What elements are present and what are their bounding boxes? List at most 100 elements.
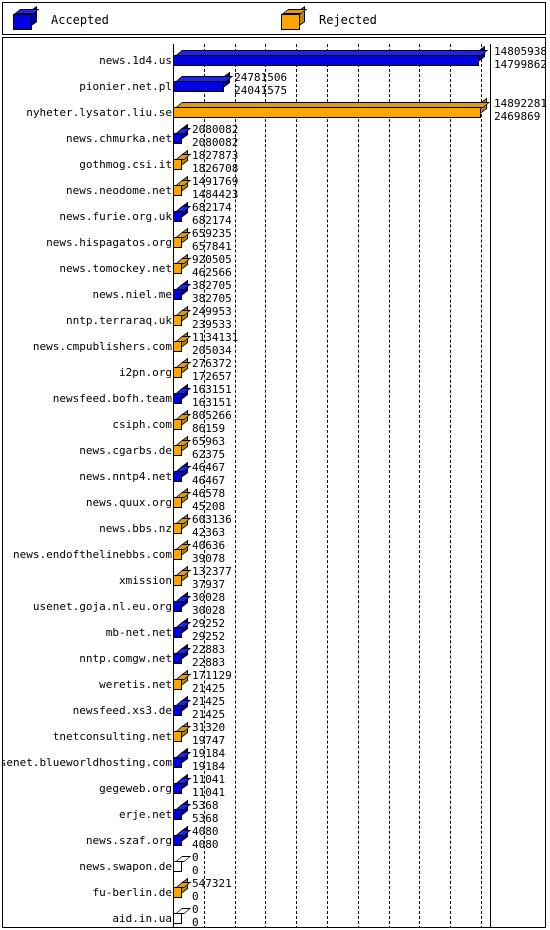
bar-accepted (173, 461, 192, 482)
value-label-top: 46467 (192, 461, 226, 474)
chart-row: weretis.net 171129 21425 (3, 669, 545, 697)
chart-row: newsfeed.bofh.team 163151 163151 (3, 383, 545, 411)
value-label-top: 682174 (192, 201, 232, 214)
category-label: fu-berlin.de (92, 886, 172, 899)
bar-accepted (173, 695, 192, 716)
bar-zero (173, 908, 192, 924)
chart-row: news.chmurka.net 2080082 2080082 (3, 123, 545, 151)
bar-top-face (175, 648, 192, 654)
value-label-top: 29252 (192, 617, 226, 630)
bar-group: 40636 39078 (173, 539, 492, 567)
chart-row: news.endofthelinebbs.com 40636 39078 (3, 539, 545, 567)
bar-rejected (173, 409, 192, 430)
plot-region: news.1d4.us148059384147998623pionier.net… (2, 38, 545, 927)
bar-top-face (175, 752, 192, 758)
bar-top-face (175, 362, 192, 368)
value-label-bottom: 19747 (192, 734, 226, 747)
legend-label-rejected: Rejected (319, 12, 377, 27)
value-label-top: 40636 (192, 539, 226, 552)
bar-top-face (175, 700, 192, 706)
value-label-top: 4080 (192, 825, 219, 838)
bar-group: 30028 30028 (173, 591, 492, 619)
cube-icon (13, 5, 40, 30)
bar-top-face (175, 50, 489, 56)
bar-group: 659235 657841 (173, 227, 492, 255)
bar-rejected (173, 305, 192, 326)
category-label: weretis.net (99, 678, 172, 691)
value-label-top: 19184 (192, 747, 226, 760)
chart-row: nntp.terraraq.uk 249953 239533 (3, 305, 545, 333)
chart-row: i2pn.org 276372 172657 (3, 357, 545, 385)
value-label-top: 1134131 (192, 331, 239, 344)
category-label: erje.net (119, 808, 172, 821)
value-label-top: 276372 (192, 357, 232, 370)
legend-item-rejected: Rejected (281, 3, 377, 36)
bar-group: 24781506 24041575 (173, 71, 492, 99)
bar-group: 4080 4080 (173, 825, 492, 853)
value-label-bottom: 62375 (192, 448, 226, 461)
category-label: usenet.blueworldhosting.com (2, 756, 172, 769)
value-label-bottom: 239533 (192, 318, 232, 331)
bar-top-face (175, 492, 192, 498)
chart-row: csiph.com 805266 86159 (3, 409, 545, 437)
value-label-top: 2080082 (192, 123, 239, 136)
bar-group: 65963 62375 (173, 435, 492, 463)
category-label: nyheter.lysator.liu.se (26, 106, 172, 119)
value-label-bottom: 4080 (192, 838, 219, 851)
category-label: news.neodome.net (66, 184, 172, 197)
cube-front-face (281, 13, 300, 30)
bar-accepted (173, 279, 192, 300)
chart-row: newsfeed.xs3.de 21425 21425 (3, 695, 545, 723)
chart-row: nntp.comgw.net 22883 22883 (3, 643, 545, 671)
bar-rejected (173, 669, 192, 690)
bar-accepted (173, 201, 192, 222)
value-label-top: 920505 (192, 253, 232, 266)
value-label-top: 163151 (192, 383, 232, 396)
bar-top-face (175, 284, 192, 290)
value-label-bottom: 5368 (192, 812, 219, 825)
chart-row: usenet.goja.nl.eu.org 30028 30028 (3, 591, 545, 619)
category-label: nntp.comgw.net (79, 652, 172, 665)
value-label-top: 603136 (192, 513, 232, 526)
bar-rejected (173, 877, 192, 898)
value-label-bottom: 39078 (192, 552, 226, 565)
bar-group: 163151 163151 (173, 383, 492, 411)
bar-rejected (173, 227, 192, 248)
category-label: news.cmpublishers.com (32, 340, 172, 353)
value-label-top: 171129 (192, 669, 232, 682)
value-label-top: 659235 (192, 227, 232, 240)
bar-group: 46467 46467 (173, 461, 492, 489)
bar-top-face (175, 544, 192, 550)
bar-top-face (175, 76, 234, 82)
chart-row: usenet.blueworldhosting.com 19184 19184 (2, 747, 545, 775)
chart-row: erje.net 5368 5368 (3, 799, 545, 827)
category-label: news.niel.me (92, 288, 172, 301)
category-label: news.swapon.de (79, 860, 172, 873)
value-label-top: 1827873 (192, 149, 239, 162)
value-label-top: 24781506 (234, 71, 288, 84)
category-label: news.cgarbs.de (79, 444, 172, 457)
category-label: csiph.com (112, 418, 172, 431)
bar-rejected (173, 487, 192, 508)
value-label-bottom: 0 (192, 864, 199, 877)
value-label-top: 547321 (192, 877, 232, 890)
legend-label-accepted: Accepted (51, 12, 109, 27)
category-label: i2pn.org (119, 366, 172, 379)
chart-row: tnetconsulting.net 31320 19747 (3, 721, 545, 749)
value-label-bottom: 462566 (192, 266, 232, 279)
chart-row: news.furie.org.uk 682174 682174 (3, 201, 545, 229)
bar-top-face (175, 258, 192, 264)
cube-icon (281, 5, 308, 30)
chart-area: news.1d4.us148059384147998623pionier.net… (2, 37, 546, 928)
bar-top-face (175, 466, 192, 472)
bar-group: 249953 239533 (173, 305, 492, 333)
bar-top-face (175, 830, 192, 836)
value-label-top: 382705 (192, 279, 232, 292)
bar-rejected (173, 253, 192, 274)
bar-group: 31320 19747 (173, 721, 492, 749)
value-label-bottom: 46467 (192, 474, 226, 487)
value-label-top: 46578 (192, 487, 226, 500)
bar-top-face (175, 518, 192, 524)
bar-accepted (173, 799, 192, 820)
chart-page: Accepted Rejected news.1d4.us14805938414… (0, 0, 550, 930)
